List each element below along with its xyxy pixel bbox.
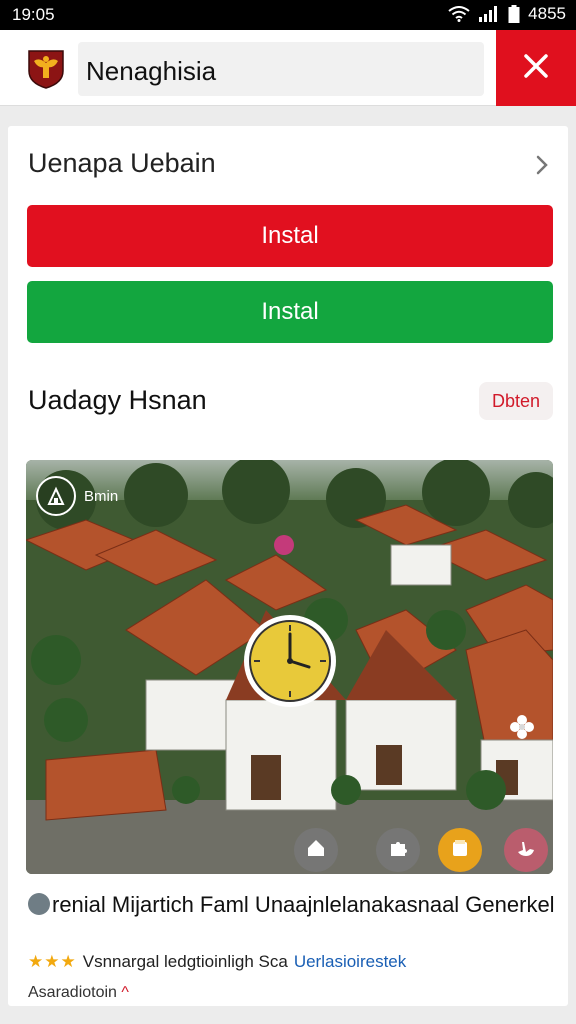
post-meta: ★★★ Vsnnargal ledgtioinligh Sca Uerlasio… bbox=[28, 952, 406, 972]
status-bar: 19:05 4855 bbox=[0, 0, 576, 30]
site-logo-icon bbox=[27, 49, 65, 89]
home-button[interactable] bbox=[294, 828, 338, 872]
flower-icon bbox=[509, 714, 535, 745]
status-time: 19:05 bbox=[12, 5, 55, 24]
caret-icon: ^ bbox=[121, 984, 129, 1001]
post-title[interactable]: renial Mijartich Faml Unaajnlelanakasnaa… bbox=[28, 890, 558, 920]
puzzle-button[interactable] bbox=[376, 828, 420, 872]
close-icon bbox=[523, 53, 549, 84]
section-title: Uadagy Hsnan bbox=[28, 385, 207, 415]
url-bar: Nenaghisia bbox=[0, 30, 576, 106]
address-field[interactable]: Nenaghisia bbox=[78, 42, 484, 96]
hand-button[interactable] bbox=[504, 828, 548, 872]
signal-icon bbox=[478, 6, 500, 22]
hand-icon bbox=[515, 837, 537, 864]
post-title-text: renial Mijartich Faml Unaajnlelanakasnaa… bbox=[52, 892, 555, 917]
puzzle-icon bbox=[387, 837, 409, 864]
clock-icon bbox=[241, 612, 339, 710]
install-button-red[interactable]: Instal bbox=[27, 205, 553, 267]
footer-text-row: Asaradiotoin ^ bbox=[28, 984, 129, 1002]
photo-badge-label: Bmin bbox=[84, 487, 119, 505]
village-photo[interactable]: Bmin bbox=[26, 460, 553, 874]
footer-text: Asaradiotoin bbox=[28, 984, 117, 1001]
pagoda-icon bbox=[36, 476, 76, 516]
close-button[interactable] bbox=[496, 30, 576, 106]
home-icon bbox=[305, 837, 327, 864]
page-title: Nenaghisia bbox=[86, 56, 217, 86]
wifi-icon bbox=[448, 6, 470, 22]
photo-badge: Bmin bbox=[36, 476, 118, 516]
meta-link[interactable]: Uerlasioirestek bbox=[294, 952, 406, 972]
battery-icon bbox=[508, 5, 520, 23]
chevron-right-icon[interactable] bbox=[535, 154, 549, 181]
status-icons: 4855 bbox=[448, 4, 566, 24]
rating-stars-icon: ★★★ bbox=[28, 952, 77, 971]
meta-text: Vsnnargal ledgtioinligh Sca bbox=[82, 952, 288, 971]
bookmark-button[interactable] bbox=[438, 828, 482, 872]
author-avatar bbox=[28, 893, 50, 915]
section-action-button[interactable]: Dbten bbox=[479, 382, 553, 420]
bookmark-icon bbox=[449, 837, 471, 864]
battery-text: 4855 bbox=[528, 4, 566, 23]
content-card: Uenapa Uebain Instal Instal Uadagy Hsnan… bbox=[8, 126, 568, 1006]
install-button-green[interactable]: Instal bbox=[27, 281, 553, 343]
row-title[interactable]: Uenapa Uebain bbox=[28, 148, 216, 179]
